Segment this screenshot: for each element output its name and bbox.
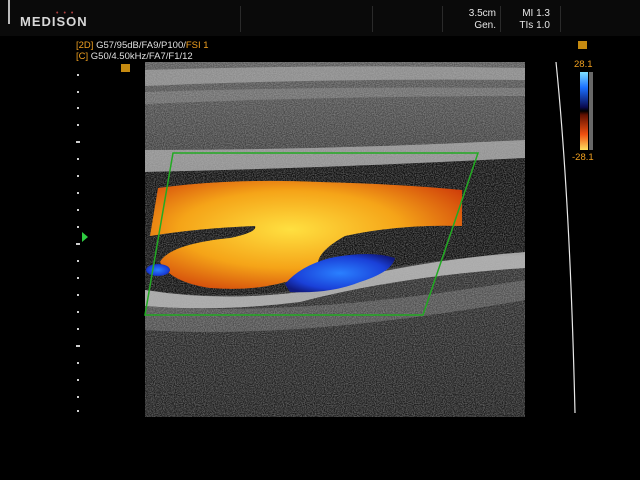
- color-scale-min: -28.1: [572, 152, 594, 163]
- ultrasound-image: [144, 61, 593, 417]
- tgc-curve[interactable]: [555, 61, 576, 414]
- reverse-flow-spot: [146, 264, 170, 276]
- focus-marker-icon[interactable]: [82, 232, 88, 242]
- color-scale-max: 28.1: [574, 59, 593, 70]
- color-scale-bar: [580, 72, 588, 150]
